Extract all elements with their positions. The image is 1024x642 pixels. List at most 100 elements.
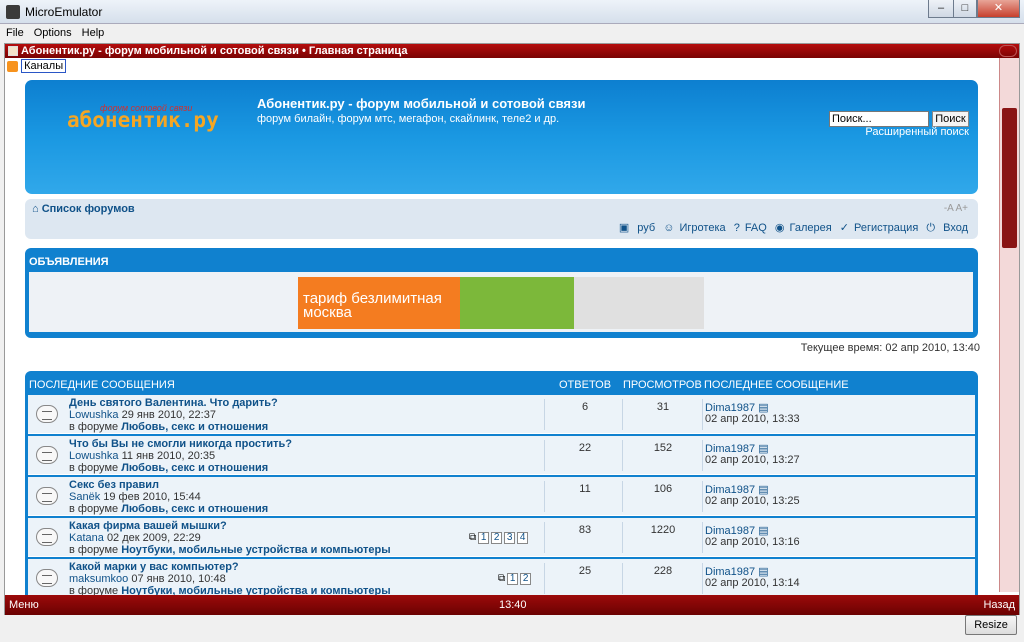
header-replies: ОТВЕТОВ xyxy=(559,379,612,391)
banner-text: тариф безлимитная москва xyxy=(298,277,460,329)
page-link[interactable]: 3 xyxy=(504,532,516,544)
nav-link-label: Регистрация xyxy=(853,222,919,234)
announcements-body: тариф безлимитная москва xyxy=(29,272,973,332)
page-icon xyxy=(8,46,18,56)
page-link[interactable]: 1 xyxy=(507,573,519,585)
topic-forum: в форуме Любовь, секс и отношения xyxy=(69,462,268,474)
header-title: ПОСЛЕДНИЕ СООБЩЕНИЯ xyxy=(29,379,175,391)
page-link[interactable]: 2 xyxy=(520,573,532,585)
advanced-search-link[interactable]: Расширенный поиск xyxy=(865,126,969,138)
forum-index-label: Список форумов xyxy=(41,203,135,215)
channels-bar: Каналы xyxy=(7,59,67,73)
last-post-date: 02 апр 2010, 13:14 xyxy=(705,577,800,589)
page-link[interactable]: 1 xyxy=(478,532,490,544)
topic-icon xyxy=(36,487,58,505)
maximize-button[interactable]: □ xyxy=(953,0,977,18)
reply-count: 22 xyxy=(578,442,592,454)
menu-help[interactable]: Help xyxy=(76,24,109,39)
topic-author[interactable]: Katana xyxy=(69,532,104,544)
resize-button[interactable]: Resize xyxy=(965,615,1017,635)
last-post-date: 02 апр 2010, 13:33 xyxy=(705,413,800,425)
page-link[interactable]: 4 xyxy=(517,532,529,544)
view-count: 106 xyxy=(653,483,673,495)
scrollbar[interactable] xyxy=(999,58,1019,592)
nav-link-login[interactable]: ⏻ Вход xyxy=(926,222,968,234)
nav-link-rub[interactable]: ▣ руб xyxy=(619,222,655,234)
view-count: 228 xyxy=(653,565,673,577)
view-count: 1220 xyxy=(650,524,676,536)
device-clock: 13:40 xyxy=(499,599,527,611)
site-logo[interactable]: абонентик.ру xyxy=(67,108,219,132)
user-links: ▣ руб ☺ Игротека ? FAQ ◉ Галерея ✓ Регистрац… xyxy=(614,221,968,235)
topic-icon xyxy=(36,405,58,423)
topic-title[interactable]: Какая фирма вашей мышки? xyxy=(69,520,227,532)
last-post-date: 02 апр 2010, 13:25 xyxy=(705,495,800,507)
minimize-button[interactable]: – xyxy=(928,0,954,18)
column-divider xyxy=(544,399,545,430)
view-count: 152 xyxy=(653,442,673,454)
topic-author[interactable]: Sanёk xyxy=(69,491,100,503)
topic-author[interactable]: Lowushka xyxy=(69,409,119,421)
close-button[interactable]: ✕ xyxy=(977,0,1020,18)
topic-forum: в форуме Любовь, секс и отношения xyxy=(69,421,268,433)
topic-forum: в форуме Ноутбуки, мобильные устройства … xyxy=(69,544,391,556)
column-divider xyxy=(622,440,623,471)
forum-link[interactable]: Ноутбуки, мобильные устройства и компьют… xyxy=(121,544,390,556)
softkey-menu[interactable]: Меню xyxy=(9,595,39,615)
menu-bar: File Options Help xyxy=(0,24,1024,43)
column-divider xyxy=(544,522,545,553)
nav-link-faq[interactable]: ? FAQ xyxy=(734,222,767,234)
search-input[interactable]: Поиск... xyxy=(829,111,929,127)
rss-icon xyxy=(7,60,18,72)
current-time: Текущее время: 02 апр 2010, 13:40 xyxy=(800,342,980,354)
column-divider xyxy=(622,563,623,594)
banner-green-block xyxy=(460,277,574,329)
page-links: ⧉ 1 2 xyxy=(498,573,532,585)
nav-link-register[interactable]: ✓ Регистрация xyxy=(840,222,919,234)
forum-prefix: в форуме xyxy=(69,503,119,515)
page-link[interactable]: 2 xyxy=(491,532,503,544)
softkey-bar: Меню 13:40 Назад xyxy=(5,595,1019,615)
table-header: ПОСЛЕДНИЕ СООБЩЕНИЯ ОТВЕТОВ ПРОСМОТРОВ П… xyxy=(25,371,978,393)
forum-link[interactable]: Любовь, секс и отношения xyxy=(121,462,268,474)
forum-index-link[interactable]: ⌂ Список форумов xyxy=(32,203,135,215)
topic-meta: Lowushka 11 янв 2010, 20:35 xyxy=(69,450,215,462)
menu-file[interactable]: File xyxy=(0,24,28,39)
menu-options[interactable]: Options xyxy=(28,24,76,39)
table-row: Секс без правил Sanёk 19 фев 2010, 15:44 в… xyxy=(28,477,975,516)
topic-title[interactable]: Секс без правил xyxy=(69,479,159,491)
column-divider xyxy=(622,522,623,553)
emulator-window: MicroEmulator – □ ✕ File Options Help Абон… xyxy=(0,0,1024,642)
nav-link-games[interactable]: ☺ Игротека xyxy=(663,222,725,234)
topic-icon xyxy=(36,569,58,587)
forum-prefix: в форуме xyxy=(69,544,119,556)
column-divider xyxy=(702,399,703,430)
font-size-control[interactable]: -A A+ xyxy=(944,203,968,214)
topic-title[interactable]: Какой марки у вас компьютер? xyxy=(69,561,239,573)
nav-link-label: руб xyxy=(637,222,656,234)
page-title: Абонентик.ру - форум мобильной и сотовой… xyxy=(21,45,408,57)
forum-link[interactable]: Любовь, секс и отношения xyxy=(121,421,268,433)
softkey-back[interactable]: Назад xyxy=(983,595,1015,615)
topic-icon xyxy=(36,528,58,546)
topic-author[interactable]: maksumkoo xyxy=(69,573,128,585)
topic-title[interactable]: Что бы Вы не смогли никогда простить? xyxy=(69,438,292,450)
announcements-panel: ОБЪЯВЛЕНИЯ тариф безлимитная москва xyxy=(25,248,978,338)
table-row: Что бы Вы не смогли никогда простить? Low… xyxy=(28,436,975,475)
ad-banner[interactable]: тариф безлимитная москва xyxy=(298,277,704,329)
scrollbar-thumb[interactable] xyxy=(1002,108,1017,248)
forum-prefix: в форуме xyxy=(69,462,119,474)
channels-link[interactable]: Каналы xyxy=(21,59,67,73)
topic-meta: Katana 02 дек 2009, 22:29 xyxy=(69,532,201,544)
table-row: День святого Валентина. Что дарить? Lowus… xyxy=(28,395,975,434)
topic-title[interactable]: День святого Валентина. Что дарить? xyxy=(69,397,278,409)
topic-date: 19 фев 2010, 15:44 xyxy=(103,491,201,503)
topic-meta: Lowushka 29 янв 2010, 22:37 xyxy=(69,409,216,421)
reply-count: 11 xyxy=(579,483,591,495)
search-button[interactable]: Поиск xyxy=(932,111,969,127)
topic-author[interactable]: Lowushka xyxy=(69,450,119,462)
nav-link-gallery[interactable]: ◉ Галерея xyxy=(775,222,832,234)
reply-count: 6 xyxy=(581,401,589,413)
topic-date: 07 янв 2010, 10:48 xyxy=(131,573,226,585)
forum-link[interactable]: Любовь, секс и отношения xyxy=(121,503,268,515)
